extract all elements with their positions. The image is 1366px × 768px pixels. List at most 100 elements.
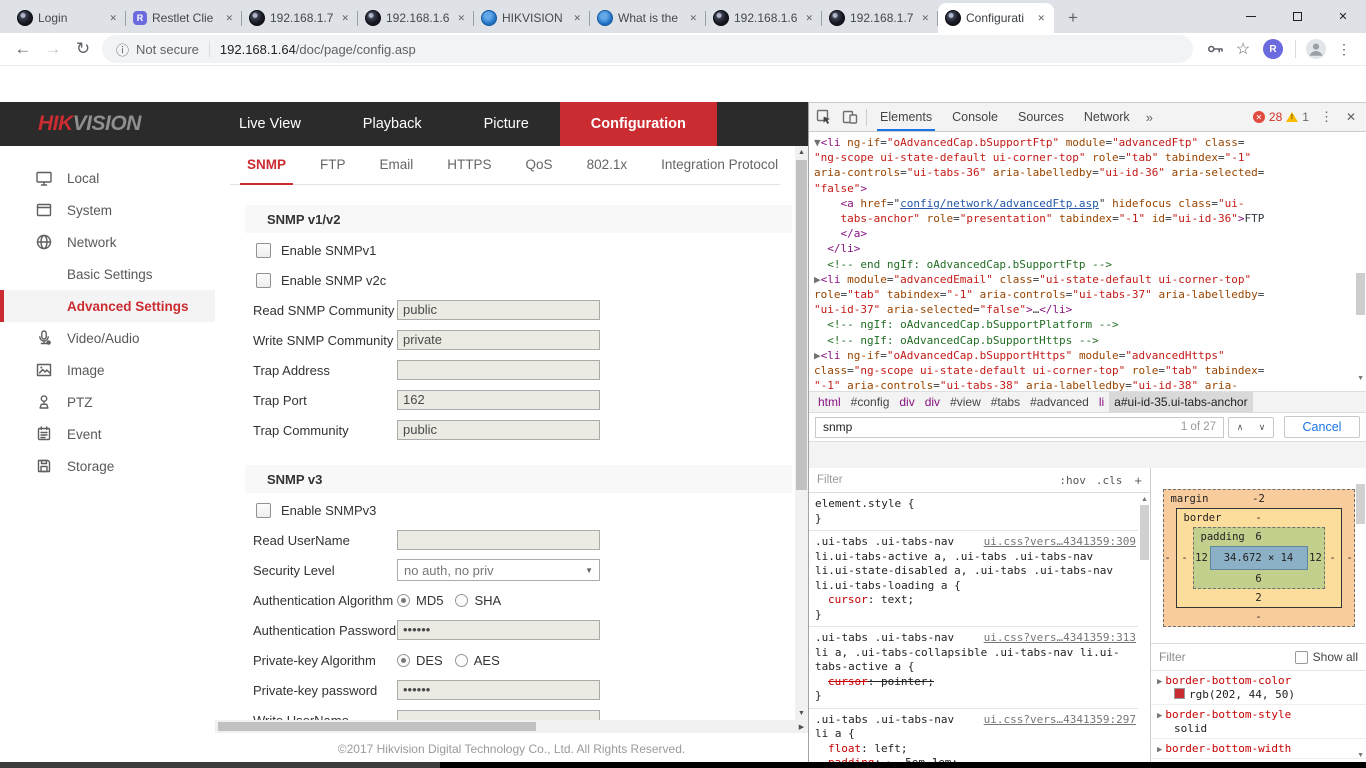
vertical-scroll-thumb[interactable] xyxy=(796,160,807,490)
browser-tab-restlet-clie[interactable]: RRestlet Clie✕ xyxy=(126,3,242,33)
text-input-authentication-password[interactable]: •••••• xyxy=(397,620,600,640)
computed-property[interactable]: ▶border-bottom-stylesolid xyxy=(1151,705,1366,739)
sidebar-item-storage[interactable]: Storage xyxy=(0,450,215,482)
browser-tab-192-168-1-6[interactable]: 192.168.1.6✕ xyxy=(358,3,474,33)
styles-scroll-up-icon[interactable]: ▲ xyxy=(1140,496,1149,503)
sidebar-item-image[interactable]: Image xyxy=(0,354,215,386)
text-input-read-snmp-community[interactable]: public xyxy=(397,300,600,320)
browser-tab-configurati[interactable]: Configurati✕ xyxy=(938,3,1054,33)
checkbox-enable-snmpv3[interactable] xyxy=(256,503,271,518)
inspect-element-icon[interactable] xyxy=(811,104,837,130)
layout-scroll-thumb[interactable] xyxy=(1356,484,1365,524)
sidebar-item-ptz[interactable]: PTZ xyxy=(0,386,215,418)
styles-filter-input[interactable]: Filter xyxy=(817,474,1049,486)
devtools-tab-network[interactable]: Network xyxy=(1074,103,1140,131)
reload-button[interactable]: ↻ xyxy=(68,34,98,64)
text-input-trap-address[interactable] xyxy=(397,360,600,380)
scroll-right-icon[interactable]: ▶ xyxy=(795,720,808,733)
new-style-rule-button[interactable]: + xyxy=(1134,473,1142,488)
search-input[interactable]: snmp 1 of 27 xyxy=(815,417,1224,438)
stylesheet-link[interactable]: ui.css?vers…4341359:313 xyxy=(984,631,1136,646)
breadcrumb-tabs[interactable]: #tabs xyxy=(986,392,1025,413)
browser-tab-hikvision[interactable]: HIKVISION✕ xyxy=(474,3,590,33)
content-vertical-scrollbar[interactable]: ▲ ▼ xyxy=(795,146,808,720)
nav-item-picture[interactable]: Picture xyxy=(453,102,560,146)
box-model-border[interactable]: border- - padding6 12 34.672 × 14 12 xyxy=(1176,508,1342,608)
window-close-button[interactable]: ✕ xyxy=(1320,0,1366,32)
tab-qos[interactable]: QoS xyxy=(509,146,570,184)
nav-item-live-view[interactable]: Live View xyxy=(208,102,332,146)
restlet-extension-icon[interactable]: R xyxy=(1263,39,1283,59)
stylesheet-link[interactable]: ui.css?vers…4341359:297 xyxy=(984,713,1136,728)
chrome-menu-icon[interactable]: ⋮ xyxy=(1330,35,1358,63)
tab-close-icon[interactable]: ✕ xyxy=(1035,11,1047,26)
devtools-tab-console[interactable]: Console xyxy=(942,103,1008,131)
tab-close-icon[interactable]: ✕ xyxy=(223,11,235,26)
computed-property[interactable]: ▶border-bottom-width xyxy=(1151,739,1366,759)
more-tabs-icon[interactable]: » xyxy=(1140,110,1159,125)
elements-scroll-thumb[interactable] xyxy=(1356,273,1365,315)
warning-icon[interactable]: ! xyxy=(1286,112,1298,122)
elements-tree[interactable]: ▼<li ng-if="oAdvancedCap.bSupportFtp" mo… xyxy=(809,132,1366,394)
toggle-hover-button[interactable]: :hov xyxy=(1059,474,1086,487)
maximize-button[interactable] xyxy=(1274,0,1320,32)
warning-count[interactable]: 1 xyxy=(1302,110,1309,124)
back-button[interactable]: ← xyxy=(8,34,38,64)
browser-tab-what-is-the[interactable]: What is the✕ xyxy=(590,3,706,33)
text-input-write-snmp-community[interactable]: private xyxy=(397,330,600,350)
text-input-trap-community[interactable]: public xyxy=(397,420,600,440)
tab-ftp[interactable]: FTP xyxy=(303,146,363,184)
radio-sha[interactable] xyxy=(455,594,468,607)
error-icon[interactable]: ✕ xyxy=(1253,111,1265,123)
sidebar-item-event[interactable]: Event xyxy=(0,418,215,450)
checkbox-enable-snmpv1[interactable] xyxy=(256,243,271,258)
breadcrumb-div[interactable]: div xyxy=(894,392,919,413)
radio-aes[interactable] xyxy=(455,654,468,667)
tab-close-icon[interactable]: ✕ xyxy=(687,11,699,26)
radio-md5[interactable] xyxy=(397,594,410,607)
browser-tab-login[interactable]: Login✕ xyxy=(10,3,126,33)
expand-icon[interactable]: ▶ xyxy=(1157,711,1162,721)
horizontal-scroll-thumb[interactable] xyxy=(218,722,536,731)
css-property[interactable]: cursor: pointer; xyxy=(815,675,1136,690)
breadcrumb-div[interactable]: div xyxy=(920,392,945,413)
sidebar-item-local[interactable]: Local xyxy=(0,162,215,194)
tab-close-icon[interactable]: ✕ xyxy=(803,11,815,26)
css-property[interactable]: float: left; xyxy=(815,742,1136,757)
device-toolbar-icon[interactable] xyxy=(837,104,863,130)
tab-close-icon[interactable]: ✕ xyxy=(107,11,119,26)
error-count[interactable]: 28 xyxy=(1269,110,1282,124)
tab-802-1x[interactable]: 802.1x xyxy=(570,146,645,184)
breadcrumb-html[interactable]: html xyxy=(813,392,846,413)
show-all-checkbox[interactable] xyxy=(1295,651,1308,664)
computed-property[interactable]: ▶border-bottom-colorrgb(202, 44, 50) xyxy=(1151,671,1366,705)
text-input-private-key-password[interactable]: •••••• xyxy=(397,680,600,700)
box-model-content[interactable]: 34.672 × 14 xyxy=(1210,546,1308,570)
styles-scrollbar[interactable]: ▲ xyxy=(1140,496,1149,560)
tab-close-icon[interactable]: ✕ xyxy=(339,11,351,26)
url-field[interactable]: ⓘ Not secure 192.168.1.64 /doc/page/conf… xyxy=(102,35,1193,63)
stylesheet-link[interactable]: ui.css?vers…4341359:309 xyxy=(984,535,1136,550)
select-security-level[interactable]: no auth, no priv▼ xyxy=(397,559,600,581)
tab-close-icon[interactable]: ✕ xyxy=(571,11,583,26)
css-property[interactable]: cursor: text; xyxy=(815,593,1136,608)
nav-item-configuration[interactable]: Configuration xyxy=(560,102,717,146)
devtools-menu-icon[interactable]: ⋮ xyxy=(1313,109,1340,125)
search-next-icon[interactable]: ∨ xyxy=(1259,422,1266,433)
info-icon[interactable]: ⓘ xyxy=(116,40,129,59)
scroll-up-icon[interactable]: ▲ xyxy=(795,146,808,159)
checkbox-enable-snmp-v2c[interactable] xyxy=(256,273,271,288)
tab-close-icon[interactable]: ✕ xyxy=(919,11,931,26)
text-input-read-username[interactable] xyxy=(397,530,600,550)
devtools-tab-elements[interactable]: Elements xyxy=(870,103,942,131)
breadcrumb-a-ui-id-35-ui-tabs-anchor[interactable]: a#ui-id-35.ui-tabs-anchor xyxy=(1109,392,1252,413)
elements-scroll-down-icon[interactable]: ▼ xyxy=(1357,375,1364,382)
sidebar-item-network[interactable]: Network xyxy=(0,226,215,258)
profile-avatar[interactable] xyxy=(1302,35,1330,63)
text-input-trap-port[interactable]: 162 xyxy=(397,390,600,410)
breadcrumb-advanced[interactable]: #advanced xyxy=(1025,392,1094,413)
devtools-close-icon[interactable]: ✕ xyxy=(1344,110,1364,124)
tab-integration-protocol[interactable]: Integration Protocol xyxy=(644,146,795,184)
layout-scroll-down-icon[interactable]: ▼ xyxy=(1357,752,1364,759)
box-model-margin[interactable]: margin-2 - border- - padding6 xyxy=(1163,489,1355,627)
